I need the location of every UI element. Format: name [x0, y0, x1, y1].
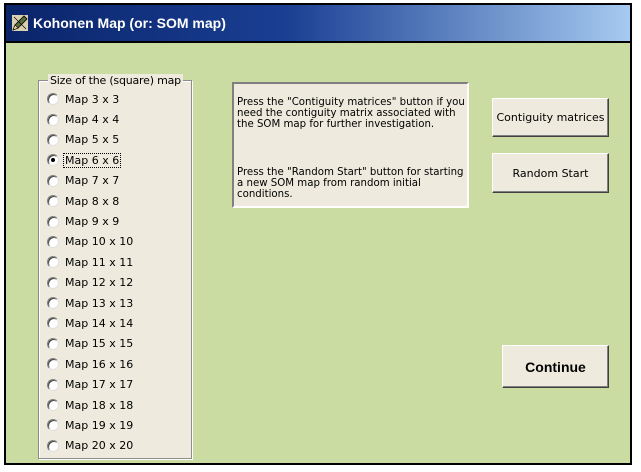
map-size-option-label: Map 20 x 20 — [65, 439, 134, 453]
map-size-option[interactable]: Map 15 x 15 — [47, 334, 134, 354]
radio-button-icon[interactable] — [47, 317, 59, 330]
map-size-option-label: Map 4 x 4 — [65, 113, 120, 127]
map-size-option[interactable]: Map 12 x 12 — [47, 273, 134, 293]
map-size-option-label: Map 8 x 8 — [65, 194, 120, 208]
map-size-option-label: Map 3 x 3 — [65, 92, 120, 106]
radio-button-icon[interactable] — [47, 174, 59, 187]
map-size-option[interactable]: Map 13 x 13 — [47, 293, 134, 313]
contiguity-matrices-button[interactable]: Contiguity matrices — [492, 98, 609, 137]
map-size-option[interactable]: Map 14 x 14 — [47, 313, 134, 333]
radio-button-icon[interactable] — [47, 133, 59, 146]
map-size-option-label: Map 19 x 19 — [65, 418, 134, 432]
map-size-option[interactable]: Map 17 x 17 — [47, 374, 134, 394]
map-size-option[interactable]: Map 20 x 20 — [47, 436, 134, 456]
map-size-option-label: Map 13 x 13 — [65, 296, 134, 310]
radio-button-icon[interactable] — [47, 154, 59, 167]
client-area: Size of the (square) map Map 3 x 3 Map 4 … — [6, 43, 630, 463]
radio-button-icon[interactable] — [47, 439, 59, 452]
radio-button-icon[interactable] — [47, 419, 59, 432]
map-size-option-label: Map 15 x 15 — [65, 337, 134, 351]
info-contiguity-text: Press the "Contiguity matrices" button i… — [237, 97, 465, 130]
radio-button-icon[interactable] — [47, 276, 59, 289]
map-size-radio-list: Map 3 x 3 Map 4 x 4 Map 5 x 5 Map 6 x 6 Map … — [47, 89, 134, 456]
info-panel: Press the "Contiguity matrices" button i… — [232, 82, 469, 208]
map-size-option-label: Map 17 x 17 — [65, 378, 134, 392]
radio-button-icon[interactable] — [47, 256, 59, 269]
map-size-option-label: Map 14 x 14 — [65, 316, 134, 330]
title-bar[interactable]: Kohonen Map (or: SOM map) — [6, 5, 630, 41]
radio-button-icon[interactable] — [47, 113, 59, 126]
radio-button-icon[interactable] — [47, 358, 59, 371]
radio-button-icon[interactable] — [47, 337, 59, 350]
radio-button-icon[interactable] — [47, 378, 59, 391]
map-size-option[interactable]: Map 8 x 8 — [47, 191, 134, 211]
map-size-option[interactable]: Map 16 x 16 — [47, 354, 134, 374]
radio-button-icon[interactable] — [47, 195, 59, 208]
map-size-option-label: Map 12 x 12 — [65, 276, 134, 290]
map-size-option-label: Map 6 x 6 — [62, 152, 122, 168]
map-size-option-label: Map 9 x 9 — [65, 215, 120, 229]
random-start-button[interactable]: Random Start — [492, 153, 609, 193]
map-size-option[interactable]: Map 19 x 19 — [47, 415, 134, 435]
map-size-option-label: Map 18 x 18 — [65, 398, 134, 412]
map-size-option[interactable]: Map 3 x 3 — [47, 89, 134, 109]
map-size-option-label: Map 11 x 11 — [65, 255, 134, 269]
map-size-option[interactable]: Map 18 x 18 — [47, 395, 134, 415]
radio-button-icon[interactable] — [47, 215, 59, 228]
radio-button-icon[interactable] — [47, 235, 59, 248]
map-size-group-title: Size of the (square) map — [48, 74, 183, 87]
continue-button[interactable]: Continue — [502, 345, 609, 388]
map-size-option[interactable]: Map 5 x 5 — [47, 130, 134, 150]
map-size-option[interactable]: Map 9 x 9 — [47, 211, 134, 231]
app-window: Kohonen Map (or: SOM map) Size of the (s… — [4, 3, 632, 465]
map-size-option-label: Map 7 x 7 — [65, 174, 120, 188]
pencil-ruler-icon — [12, 15, 28, 31]
map-size-option[interactable]: Map 10 x 10 — [47, 232, 134, 252]
map-size-option[interactable]: Map 7 x 7 — [47, 171, 134, 191]
map-size-group: Size of the (square) map Map 3 x 3 Map 4 … — [38, 74, 192, 459]
map-size-option-label: Map 5 x 5 — [65, 133, 120, 147]
window-title: Kohonen Map (or: SOM map) — [33, 15, 226, 31]
map-size-option-label: Map 16 x 16 — [65, 357, 134, 371]
radio-button-icon[interactable] — [47, 297, 59, 310]
radio-button-icon[interactable] — [47, 93, 59, 106]
radio-button-icon[interactable] — [47, 399, 59, 412]
map-size-option[interactable]: Map 6 x 6 — [47, 150, 134, 170]
map-size-option[interactable]: Map 11 x 11 — [47, 252, 134, 272]
map-size-option-label: Map 10 x 10 — [65, 235, 134, 249]
info-random-start-text: Press the "Random Start" button for star… — [237, 167, 464, 200]
map-size-option[interactable]: Map 4 x 4 — [47, 109, 134, 129]
